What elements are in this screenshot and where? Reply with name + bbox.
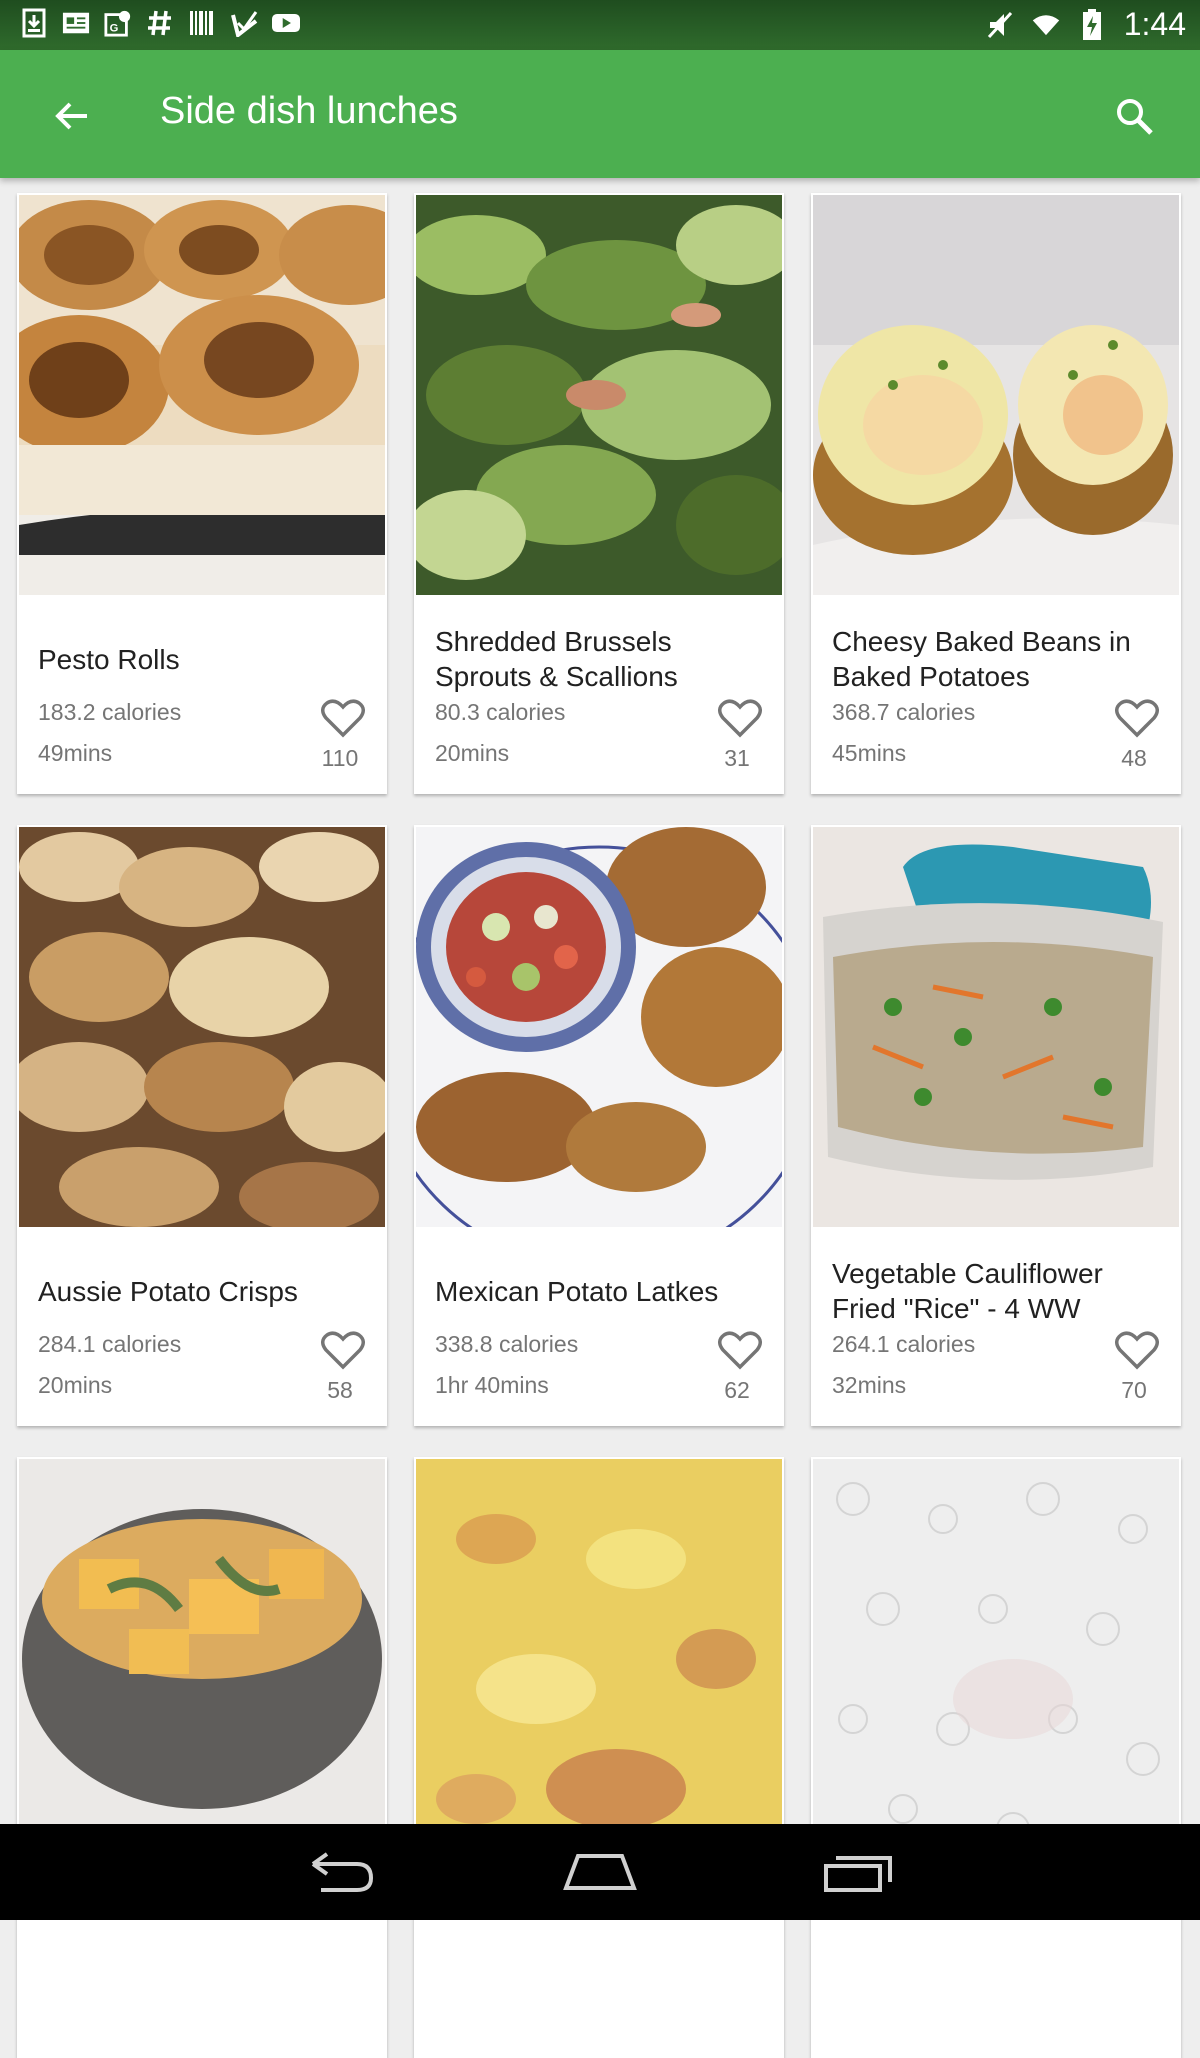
system-icons: 1:44 <box>986 6 1186 43</box>
recipe-time: 1hr 40mins <box>435 1372 549 1398</box>
hashtag-icon <box>146 8 174 38</box>
recipe-card[interactable] <box>811 1457 1181 2058</box>
recipe-calories: 368.7 calories <box>832 699 976 725</box>
back-nav-icon <box>311 1852 374 1892</box>
squash-bowl-photo <box>19 1459 385 1859</box>
recipe-card[interactable]: Pesto Rolls 183.2 calories 49mins 110 <box>17 193 387 794</box>
brussels-sprouts-photo <box>416 195 782 595</box>
recipe-card[interactable] <box>17 1457 387 2058</box>
like-count: 48 <box>1121 745 1147 771</box>
recipe-time: 32mins <box>832 1372 907 1398</box>
heart-icon[interactable] <box>321 1330 365 1370</box>
recipe-card[interactable]: Cheesy Baked Beans in Baked Potatoes 368… <box>811 193 1181 794</box>
recipe-card[interactable]: Vegetable Cauliflower Fried "Rice" - 4 W… <box>811 825 1181 1426</box>
battery-icon <box>1078 8 1106 40</box>
news-icon <box>62 8 90 38</box>
nav-recents-button[interactable] <box>818 1842 898 1902</box>
heart-icon[interactable] <box>1115 1330 1159 1370</box>
recipe-name: Vegetable Cauliflower Fried "Rice" - 4 W… <box>832 1258 1103 1324</box>
nav-back-button[interactable] <box>302 1842 382 1902</box>
cauliflower-rice-photo <box>813 827 1179 1227</box>
nav-home-button[interactable] <box>560 1842 640 1902</box>
recipe-name: Pesto Rolls <box>38 643 180 675</box>
recipe-calories: 284.1 calories <box>38 1331 182 1357</box>
app-bar: Side dish lunches <box>0 50 1200 178</box>
system-nav-bar <box>0 1824 1200 1920</box>
recipe-card[interactable]: Shredded Brussels Sprouts & Scallions 80… <box>414 193 784 794</box>
like-count: 110 <box>321 745 359 771</box>
youtube-icon <box>272 8 300 38</box>
like-count: 70 <box>1121 1377 1147 1403</box>
download-icon <box>20 8 48 38</box>
maps-icon: G <box>104 8 132 38</box>
baked-potatoes-photo <box>813 195 1179 595</box>
recipe-name: Mexican Potato Latkes <box>435 1275 719 1307</box>
search-icon <box>1117 99 1153 135</box>
heart-icon[interactable] <box>718 1330 762 1370</box>
recipe-time: 20mins <box>435 740 510 766</box>
wifi-icon <box>1032 10 1060 40</box>
pesto-rolls-photo <box>19 195 385 595</box>
recipe-card[interactable]: Mexican Potato Latkes 338.8 calories 1hr… <box>414 825 784 1426</box>
recipe-card[interactable]: Aussie Potato Crisps 284.1 calories 20mi… <box>17 825 387 1426</box>
potato-latkes-photo <box>416 827 782 1227</box>
recipe-name: Cheesy Baked Beans in Baked Potatoes <box>832 626 1131 692</box>
notification-icons: G <box>20 8 300 38</box>
like-count: 62 <box>724 1377 750 1403</box>
inbox-check-icon <box>230 8 258 38</box>
heart-icon[interactable] <box>718 698 762 738</box>
like-count: 31 <box>724 745 750 771</box>
status-bar: G 1:44 <box>0 0 1200 50</box>
recipe-name: Aussie Potato Crisps <box>38 1275 298 1307</box>
recipe-time: 45mins <box>832 740 907 766</box>
recipe-time: 20mins <box>38 1372 113 1398</box>
back-button[interactable] <box>40 84 104 148</box>
recipe-name: Shredded Brussels Sprouts & Scallions <box>435 626 678 692</box>
recipe-card[interactable] <box>414 1457 784 2058</box>
placeholder-pattern <box>813 1459 1179 1859</box>
like-count: 58 <box>327 1377 353 1403</box>
mute-icon <box>986 10 1014 40</box>
recipe-calories: 80.3 calories <box>435 699 566 725</box>
search-button[interactable] <box>1102 84 1166 148</box>
barcode-icon <box>188 8 216 38</box>
svg-text:G: G <box>110 22 119 34</box>
status-time: 1:44 <box>1123 6 1186 42</box>
arrow-left-icon <box>55 102 87 130</box>
home-nav-icon <box>563 1854 637 1890</box>
potato-crisps-photo <box>19 827 385 1227</box>
recipe-time: 49mins <box>38 740 113 766</box>
heart-icon[interactable] <box>321 698 365 738</box>
cheese-bake-photo <box>416 1459 782 1859</box>
page-title: Side dish lunches <box>160 90 458 132</box>
recipe-calories: 264.1 calories <box>832 1331 976 1357</box>
heart-icon[interactable] <box>1115 698 1159 738</box>
recipe-calories: 338.8 calories <box>435 1331 579 1357</box>
recents-nav-icon <box>824 1856 892 1892</box>
recipe-calories: 183.2 calories <box>38 699 182 725</box>
